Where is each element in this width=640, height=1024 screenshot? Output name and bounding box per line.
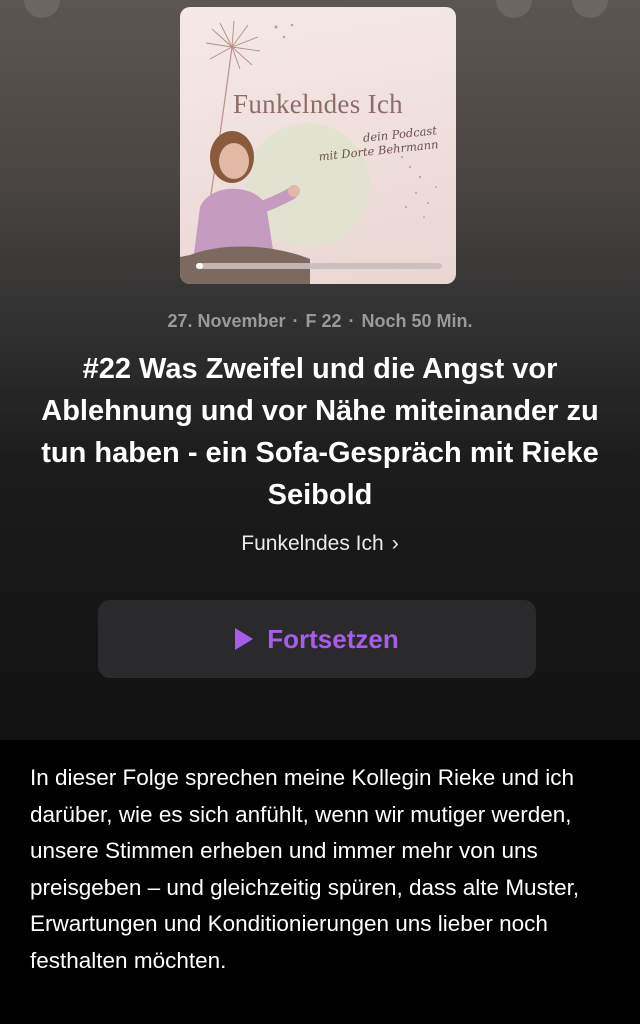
- show-link[interactable]: Funkelndes Ich ›: [0, 532, 640, 556]
- close-button[interactable]: [24, 0, 60, 18]
- artwork-title: Funkelndes Ich: [233, 89, 403, 119]
- resume-button[interactable]: Fortsetzen: [98, 600, 536, 678]
- show-name[interactable]: Funkelndes Ich: [241, 532, 383, 555]
- play-icon: [235, 628, 254, 650]
- episode-title: #22 Was Zweifel und die Angst vor Ablehn…: [41, 353, 599, 511]
- episode-number: F 22: [305, 311, 342, 331]
- meta-separator: ·: [348, 311, 355, 331]
- meta-separator: ·: [292, 311, 299, 331]
- remaining-time: Noch 50 Min.: [361, 311, 473, 331]
- chevron-right-icon: ›: [391, 532, 399, 555]
- episode-date: 27. November: [167, 311, 286, 331]
- playback-progress-fill: [196, 263, 204, 269]
- resume-label: Fortsetzen: [267, 623, 399, 654]
- episode-artwork: Funkelndes Ich dein Podcast mit Dorte Be…: [180, 7, 456, 284]
- playback-progress-bar[interactable]: [196, 263, 442, 269]
- episode-header: Funkelndes Ich dein Podcast mit Dorte Be…: [0, 0, 640, 740]
- more-options-button[interactable]: [572, 0, 608, 18]
- episode-description: In dieser Folge sprechen meine Kollegin …: [30, 765, 580, 973]
- share-button[interactable]: [496, 0, 532, 18]
- episode-meta: 27. November · F 22 · Noch 50 Min.: [0, 311, 640, 332]
